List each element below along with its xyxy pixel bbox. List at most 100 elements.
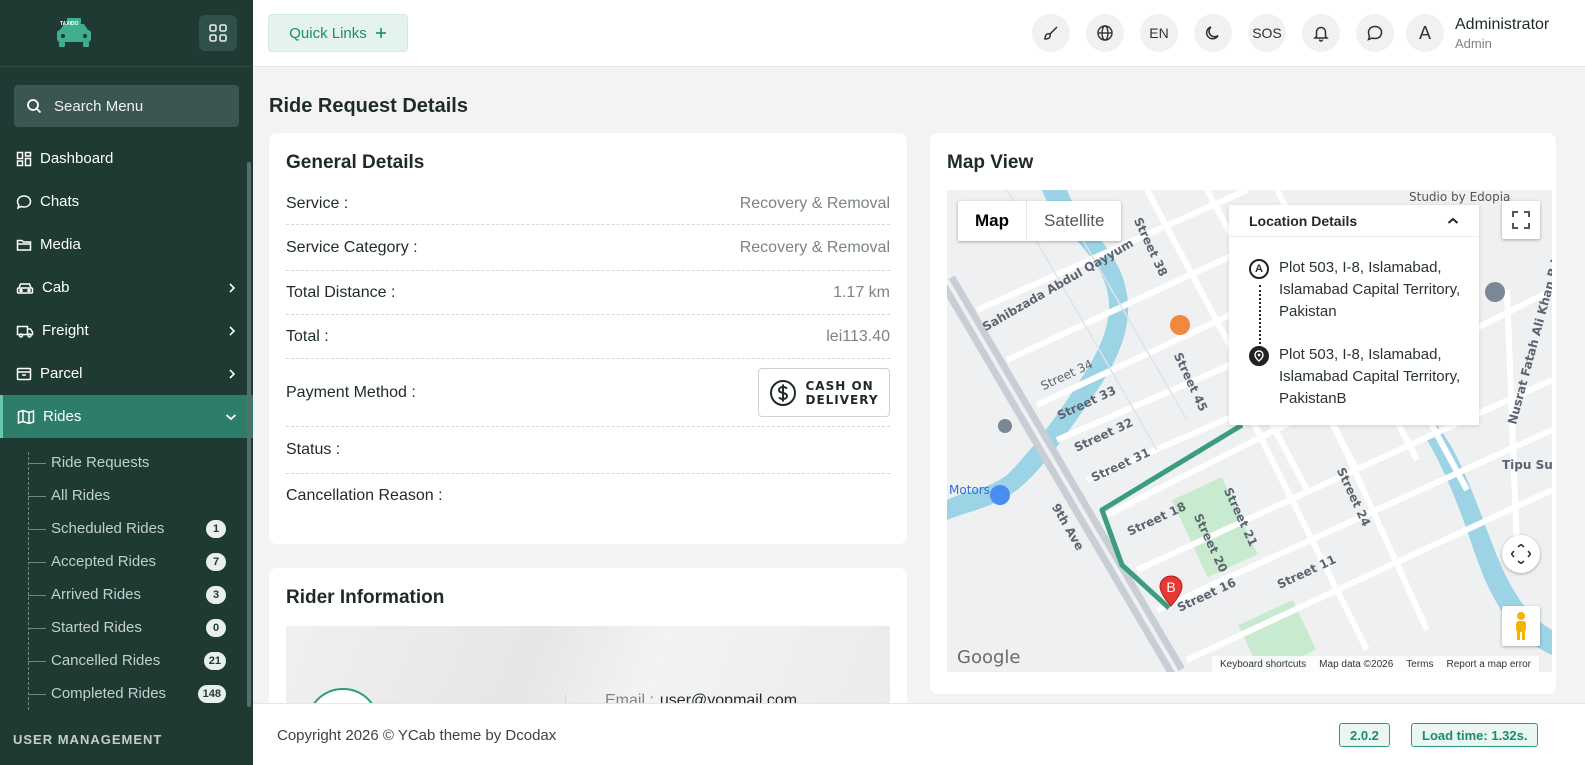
apps-grid-button[interactable] — [199, 15, 237, 51]
sidebar-item-cab[interactable]: Cab — [0, 266, 253, 309]
map-label: Tipu Sultan — [1502, 458, 1552, 472]
rides-submenu: Ride Requests All Rides Scheduled Rides 1… — [0, 446, 253, 710]
plus-icon — [375, 28, 386, 38]
general-details-title: General Details — [286, 152, 425, 173]
sidebar-item-label: Parcel — [40, 365, 83, 382]
dashboard-icon — [16, 151, 32, 166]
sidebar-subitem-arrived-rides[interactable]: Arrived Rides 3 — [25, 578, 253, 611]
chevron-right-icon — [229, 282, 236, 293]
recenter-button[interactable] — [1502, 535, 1540, 573]
recenter-icon — [1511, 544, 1531, 564]
report-error-link[interactable]: Report a map error — [1447, 659, 1531, 670]
terms-link[interactable]: Terms — [1406, 659, 1433, 670]
sidebar-item-rides[interactable]: Rides — [0, 395, 253, 438]
bus-stop — [998, 419, 1012, 433]
general-details-card: General Details Service : Recovery & Rem… — [269, 133, 907, 544]
version-badge: 2.0.2 — [1339, 723, 1390, 747]
subitem-label: Started Rides — [51, 619, 142, 636]
marker-b-label: B — [1166, 579, 1176, 595]
search-menu-input[interactable]: Search Menu — [14, 85, 239, 127]
notifications-button[interactable] — [1302, 14, 1340, 52]
school-pin — [1485, 282, 1505, 302]
sidebar-subitem-started-rides[interactable]: Started Rides 0 — [25, 611, 253, 644]
sidebar-item-chats[interactable]: Chats — [0, 180, 253, 223]
map-type-map-button[interactable]: Map — [958, 201, 1027, 241]
sidebar-subitem-accepted-rides[interactable]: Accepted Rides 7 — [25, 545, 253, 578]
user-profile[interactable]: Administrator Admin — [1455, 16, 1549, 51]
detail-label: Total : — [286, 327, 329, 345]
sidebar-item-label: Cab — [42, 279, 70, 296]
quick-links-button[interactable]: Quick Links — [268, 14, 408, 52]
detail-row-service: Service : Recovery & Removal — [286, 183, 890, 225]
map-footer: Keyboard shortcuts Map data ©2026 Terms … — [1212, 656, 1539, 672]
sidebar-item-media[interactable]: Media — [0, 223, 253, 266]
detail-row-total-distance: Total Distance : 1.17 km — [286, 271, 890, 315]
location-details-header[interactable]: Location Details — [1229, 205, 1479, 237]
fullscreen-button[interactable] — [1502, 201, 1540, 239]
motors-pin — [990, 485, 1010, 505]
map-canvas[interactable]: Studio by Edopia Sahibzada Abdul Qayyum … — [947, 190, 1552, 672]
detail-row-payment-method: Payment Method : CASH ON DELIVERY — [286, 359, 890, 427]
location-details-panel: Location Details A Plot 503, I-8, Islama… — [1229, 205, 1479, 425]
language-button[interactable]: EN — [1140, 14, 1178, 52]
payment-line-2: DELIVERY — [805, 392, 879, 407]
detail-row-total: Total : lei113.40 — [286, 315, 890, 359]
google-logo: Google — [957, 647, 1021, 668]
messages-button[interactable] — [1356, 14, 1394, 52]
sidebar-subitem-ride-requests[interactable]: Ride Requests — [25, 446, 253, 479]
subitem-label: Ride Requests — [51, 454, 150, 471]
count-badge: 148 — [197, 684, 226, 703]
globe-button[interactable] — [1086, 14, 1124, 52]
sidebar-item-parcel[interactable]: Parcel — [0, 352, 253, 395]
subitem-label: All Rides — [51, 487, 111, 504]
marker-b[interactable]: B — [1159, 575, 1183, 607]
subitem-label: Scheduled Rides — [51, 520, 165, 537]
count-badge: 7 — [206, 552, 226, 571]
detail-row-status: Status : — [286, 427, 890, 474]
brush-icon — [1044, 26, 1058, 40]
sos-button[interactable]: SOS — [1248, 14, 1286, 52]
dark-mode-button[interactable] — [1194, 14, 1232, 52]
restaurant-pin — [1170, 315, 1190, 335]
parcel-icon — [16, 367, 32, 380]
detail-value: Recovery & Removal — [739, 238, 890, 256]
sidebar-subitem-cancelled-rides[interactable]: Cancelled Rides 21 — [25, 644, 253, 677]
app-logo[interactable]: TAXIDO — [54, 16, 94, 50]
logo-text: TAXIDO — [60, 21, 79, 27]
page-title: Ride Request Details — [269, 95, 468, 117]
rider-information-title: Rider Information — [286, 587, 445, 608]
subitem-label: Cancelled Rides — [51, 652, 161, 669]
map-type-satellite-button[interactable]: Satellite — [1027, 201, 1121, 241]
street-view-pegman[interactable] — [1502, 606, 1540, 646]
sidebar-subitem-scheduled-rides[interactable]: Scheduled Rides 1 — [25, 512, 253, 545]
sidebar-item-label: Dashboard — [40, 150, 114, 167]
payment-line-1: CASH ON — [805, 378, 874, 393]
detail-label: Service : — [286, 194, 349, 212]
keyboard-shortcuts-link[interactable]: Keyboard shortcuts — [1220, 659, 1306, 670]
sidebar-subitem-completed-rides[interactable]: Completed Rides 148 — [25, 677, 253, 710]
sidebar-section-heading: USER MANAGEMENT — [13, 732, 163, 747]
detail-label: Service Category : — [286, 238, 418, 256]
map-label: Motors — [949, 483, 990, 497]
sidebar-header: TAXIDO — [0, 0, 253, 67]
avatar[interactable]: A — [1406, 14, 1444, 52]
load-time-badge: Load time: 1.32s. — [1411, 723, 1539, 747]
sidebar-item-label: Freight — [42, 322, 89, 339]
map-type-control: Map Satellite — [958, 201, 1122, 241]
sidebar-scrollbar[interactable] — [247, 162, 251, 707]
sidebar: TAXIDO Search Menu Dashboard Chats Media… — [0, 0, 253, 765]
search-icon — [27, 99, 42, 114]
sidebar-item-freight[interactable]: Freight — [0, 309, 253, 352]
sidebar-subitem-all-rides[interactable]: All Rides — [25, 479, 253, 512]
detail-row-service-category: Service Category : Recovery & Removal — [286, 225, 890, 271]
brush-button[interactable] — [1032, 14, 1070, 52]
rider-information-card: Rider Information Email : user@yopmail.co… — [269, 568, 907, 708]
detail-label: Cancellation Reason : — [286, 487, 443, 504]
folder-icon — [16, 239, 32, 251]
sidebar-item-dashboard[interactable]: Dashboard — [0, 137, 253, 180]
count-badge: 0 — [206, 618, 226, 637]
truck-icon — [16, 325, 34, 338]
map-data-text: Map data ©2026 — [1319, 658, 1394, 670]
topbar: Quick Links EN SOS A Administrator Admin — [253, 0, 1585, 67]
page-footer: Copyright 2026 © YCab theme by Dcodax 2.… — [253, 703, 1585, 765]
